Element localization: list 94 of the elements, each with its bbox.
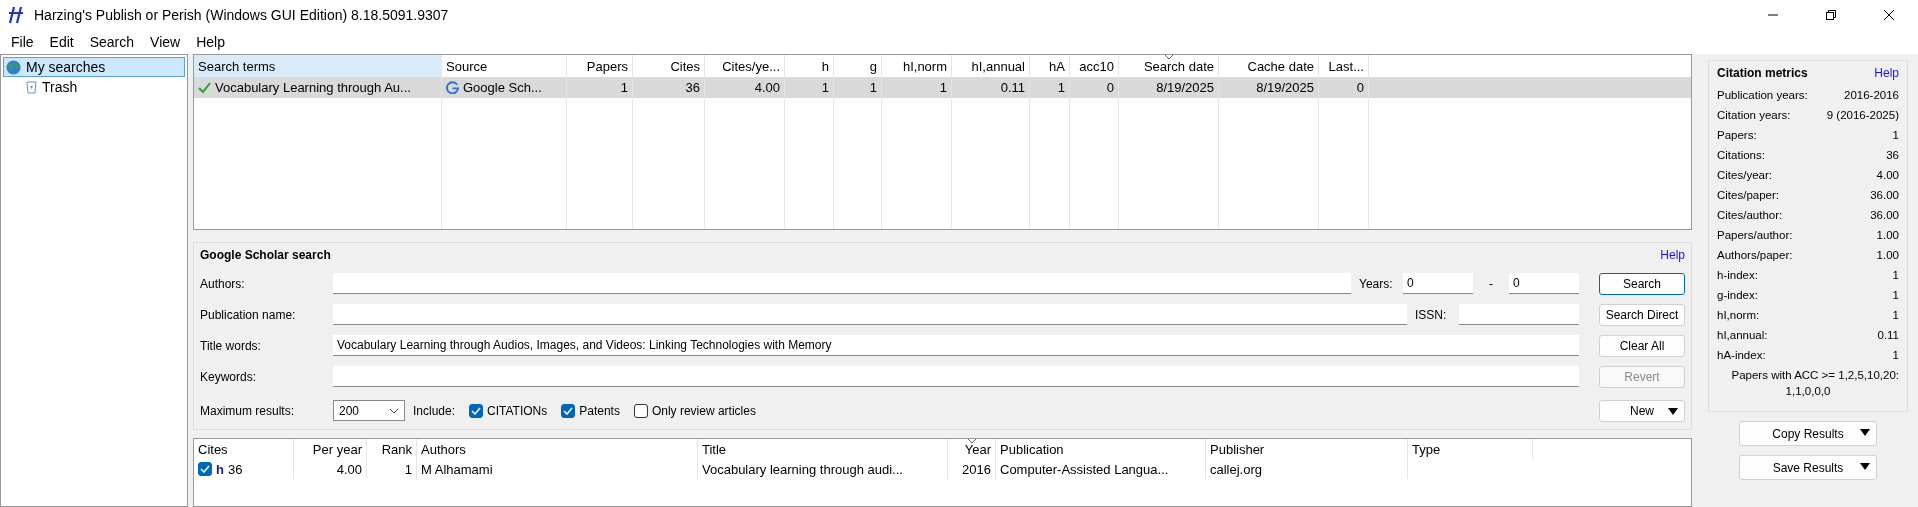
window-title: Harzing's Publish or Perish (Windows GUI Edition) 8.18.5091.9307 xyxy=(34,7,449,23)
search-direct-button[interactable]: Search Direct xyxy=(1599,303,1685,326)
sort-indicator-icon xyxy=(1164,55,1173,60)
dropdown-arrow-icon xyxy=(1668,407,1678,415)
menu-item[interactable]: View xyxy=(142,34,189,50)
metric-value: 1 xyxy=(1892,289,1899,301)
metric-label: Citations: xyxy=(1717,149,1765,161)
metric-label: Authors/paper: xyxy=(1717,249,1793,261)
metric-label: hA-index: xyxy=(1717,349,1766,361)
checkbox[interactable]: CITATIONs xyxy=(469,403,548,418)
table-cell: Vocabulary learning through audi... xyxy=(698,459,948,479)
metric-label: Publication years: xyxy=(1717,89,1808,101)
metric-label: g-index: xyxy=(1717,289,1758,301)
help-link[interactable]: Help xyxy=(1660,248,1685,262)
search-button[interactable]: Search xyxy=(1599,272,1685,295)
chevron-down-icon xyxy=(389,407,399,414)
metric-label: Papers: xyxy=(1717,129,1757,141)
field-label: Title words: xyxy=(200,338,262,353)
issn-field[interactable] xyxy=(1459,304,1579,325)
row-checkbox[interactable] xyxy=(198,462,212,476)
publication-field[interactable] xyxy=(333,304,1407,325)
search-row[interactable]: Vocabulary Learning through Au... Google Sch... 1 36 4.00 1 1 1 0.11 1 0 8/19/2025 8/19/2025 0 xyxy=(194,77,1691,98)
metric-value: 1 xyxy=(1892,309,1899,321)
field-label: Keywords: xyxy=(200,369,258,384)
metric-label: h-index: xyxy=(1717,269,1758,281)
field-label: Authors: xyxy=(200,276,246,291)
checkbox[interactable]: Only review articles xyxy=(633,403,756,418)
google-logo-icon xyxy=(446,81,459,94)
table-cell: 4.00 xyxy=(294,459,367,479)
table-cell: 2016 xyxy=(948,459,996,479)
metric-label: Cites/year: xyxy=(1717,169,1772,181)
max-results-dropdown[interactable]: 200 xyxy=(333,400,405,421)
metric-value: 9 (2016-2025) xyxy=(1826,109,1899,121)
menu-item[interactable]: Help xyxy=(188,34,233,50)
globe-icon xyxy=(6,59,21,75)
checkbox-box[interactable] xyxy=(561,403,576,418)
metric-label: Cites/author: xyxy=(1717,209,1783,221)
keywords-field[interactable] xyxy=(333,366,1579,387)
metric-label: hI,norm: xyxy=(1717,309,1760,321)
metric-value: 4.00 xyxy=(1876,169,1899,181)
metric-value: 36 xyxy=(1886,149,1899,161)
table-cell: h 36 xyxy=(194,459,294,479)
metric-label: Papers/author: xyxy=(1717,229,1793,241)
field-label: Publication name: xyxy=(200,307,297,322)
metric-label: Citation years: xyxy=(1717,109,1791,121)
trash-icon xyxy=(26,80,37,94)
metric-value: 1 xyxy=(1892,349,1899,361)
checkbox[interactable]: Patents xyxy=(561,403,620,418)
menu-item[interactable]: Edit xyxy=(41,34,82,50)
app-logo-icon xyxy=(8,6,24,24)
dropdown-arrow-icon xyxy=(1860,429,1870,436)
metric-label: Cites/paper: xyxy=(1717,189,1779,201)
metric-value: 1,1,0,0,0 xyxy=(1784,385,1832,399)
tree-item[interactable]: Trash xyxy=(3,77,185,97)
help-link[interactable]: Help xyxy=(1874,66,1899,80)
metric-value: 36.00 xyxy=(1870,189,1899,201)
sort-indicator-icon xyxy=(967,439,976,444)
metric-value: 1 xyxy=(1892,269,1899,281)
dropdown-arrow-icon xyxy=(1860,463,1870,470)
h-core-mark: h xyxy=(216,461,224,477)
table-cell: M Alhamami xyxy=(417,459,698,479)
metric-value: 1.00 xyxy=(1876,249,1899,261)
year-from-field[interactable]: 0 xyxy=(1403,273,1473,294)
checkmark-icon xyxy=(198,81,211,94)
table-cell: 1 xyxy=(367,459,417,479)
group-title: Citation metrics xyxy=(1717,66,1808,80)
field-label: Include: xyxy=(413,403,457,418)
field-label: Years: xyxy=(1359,276,1394,291)
field-label: ISSN: xyxy=(1415,307,1448,322)
metric-value: 36.00 xyxy=(1870,209,1899,221)
metric-value: 1.00 xyxy=(1876,229,1899,241)
column-header[interactable]: Search terms xyxy=(194,55,442,77)
metric-label: Papers with ACC >= 1,2,5,10,20: xyxy=(1730,368,1899,383)
metric-value: 1 xyxy=(1892,129,1899,141)
table-cell: callej.org xyxy=(1206,459,1408,479)
title-words-field[interactable]: Vocabulary Learning through Audios, Images, and Videos: Linking Technologies with Memory xyxy=(333,335,1579,356)
authors-field[interactable] xyxy=(333,273,1351,294)
metric-label: hI,annual: xyxy=(1717,329,1768,341)
checkbox-box[interactable] xyxy=(469,403,483,418)
tree-item[interactable]: My searches xyxy=(3,57,185,77)
group-title: Google Scholar search xyxy=(200,248,331,262)
table-cell: Computer-Assisted Langua... xyxy=(996,459,1206,479)
range-separator: - xyxy=(1488,276,1494,291)
metric-value: 0.11 xyxy=(1877,329,1899,341)
menu-item[interactable]: File xyxy=(3,34,42,50)
year-to-field[interactable]: 0 xyxy=(1509,273,1579,294)
field-label: Maximum results: xyxy=(200,403,295,418)
metric-value: 2016-2016 xyxy=(1844,89,1899,101)
checkbox-box[interactable] xyxy=(633,403,648,418)
clear-all-button[interactable]: Clear All xyxy=(1599,334,1685,357)
menu-item[interactable]: Search xyxy=(81,34,143,50)
results-menu-button[interactable]: Copy Results xyxy=(1739,421,1877,446)
new-button[interactable]: New xyxy=(1599,399,1685,422)
results-menu-button[interactable]: Save Results xyxy=(1739,455,1877,480)
